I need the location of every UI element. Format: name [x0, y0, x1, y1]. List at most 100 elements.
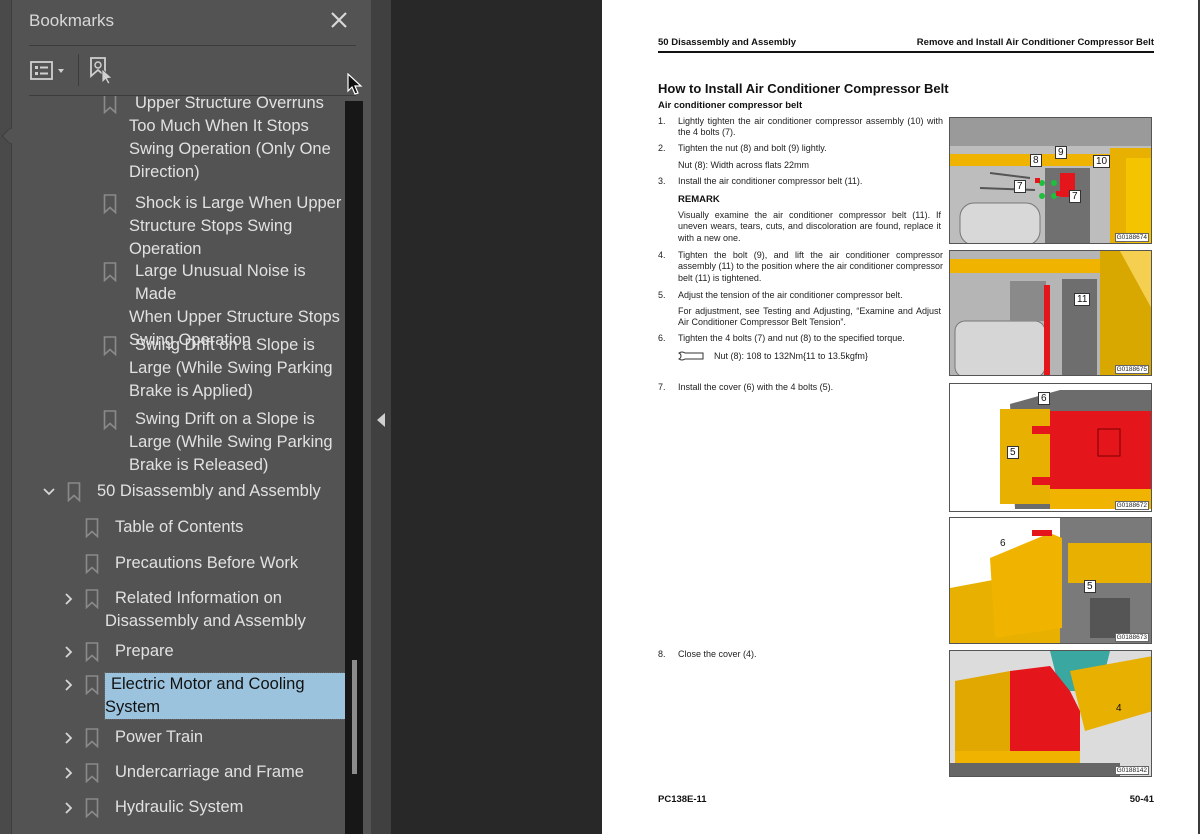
figure-illustration	[950, 384, 1151, 511]
bookmark-label[interactable]: Table of Contents	[109, 516, 345, 539]
chevron-right-icon[interactable]	[62, 801, 76, 815]
bookmark-label[interactable]: Swing Drift on a Slope is Large (While Sw…	[129, 408, 345, 477]
find-current-bookmark-button[interactable]	[88, 56, 116, 86]
bookmark-label[interactable]: Upper Structure Overruns Too Much When It…	[129, 96, 345, 184]
bookmark-label-line: Large (While Swing Parking	[129, 433, 333, 451]
footer-page-number: 50-41	[1129, 794, 1154, 805]
step-5: 5. Adjust the tension of the air conditi…	[658, 290, 943, 301]
divider	[29, 45, 356, 46]
list-options-icon	[30, 61, 64, 80]
remark-text: Visually examine the air conditioner com…	[678, 210, 941, 243]
step-2-note: Nut (8): Width across flats 22mm	[678, 160, 810, 170]
callout-6: 6	[1000, 538, 1006, 549]
chevron-right-icon[interactable]	[62, 592, 76, 606]
bookmark-label[interactable]: Power Train	[109, 726, 345, 749]
wrench-icon	[678, 351, 704, 361]
step-4: 4. Tighten the bolt (9), and lift the ai…	[658, 250, 943, 284]
bookmark-label[interactable]: Electric Motor and Cooling System	[104, 672, 345, 720]
bookmark-label[interactable]: Prepare	[109, 640, 345, 663]
step-text: Install the cover (6) with the 4 bolts (…	[678, 382, 834, 392]
step-text: Close the cover (4).	[678, 649, 757, 659]
bookmark-label[interactable]: 50 Disassembly and Assembly	[91, 480, 345, 503]
step-7: 7. Install the cover (6) with the 4 bolt…	[658, 382, 943, 393]
bookmark-label-line: Hydraulic System	[115, 798, 244, 816]
section-subtitle: Air conditioner compressor belt	[658, 100, 803, 111]
chevron-right-icon[interactable]	[62, 645, 76, 659]
step-text: Adjust the tension of the air conditione…	[678, 290, 903, 300]
callout-5: 5	[1084, 580, 1096, 593]
footer-model: PC138E-11	[658, 794, 707, 805]
step-text: Tighten the nut (8) and bolt (9) lightly…	[678, 143, 827, 153]
running-header-left: 50 Disassembly and Assembly	[658, 37, 796, 48]
bookmark-icon	[85, 798, 99, 819]
callout-10: 10	[1093, 155, 1111, 168]
callout-4: 4	[1116, 703, 1122, 714]
bookmark-icon	[103, 410, 117, 431]
bookmark-icon	[103, 262, 117, 283]
bookmark-label-line: Structure Stops Swing	[129, 217, 293, 235]
chevron-right-icon[interactable]	[62, 731, 76, 745]
bookmark-label-line: Shock is Large When Upper	[135, 194, 342, 212]
bookmark-icon	[103, 336, 117, 357]
step-8: 8. Close the cover (4).	[658, 649, 943, 660]
bookmark-label[interactable]: Hydraulic System	[109, 796, 345, 819]
figure-illustration	[950, 251, 1151, 375]
bookmark-label-line: Operation	[129, 240, 202, 258]
bookmark-icon	[103, 194, 117, 215]
step-6: 6. Tighten the 4 bolts (7) and nut (8) t…	[658, 333, 943, 344]
document-page: 50 Disassembly and Assembly Remove and I…	[602, 0, 1198, 834]
step-2: 2. Tighten the nut (8) and bolt (9) ligh…	[658, 143, 943, 154]
bookmark-label[interactable]: Undercarriage and Frame	[109, 761, 345, 784]
bookmark-label-line: Undercarriage and Frame	[115, 763, 304, 781]
step-number: 2.	[658, 143, 666, 153]
bookmark-label[interactable]: Related Information on Disassembly and As…	[105, 587, 345, 633]
step-5-note: For adjustment, see Testing and Adjustin…	[678, 306, 941, 328]
bookmark-options-button[interactable]	[29, 58, 71, 84]
bookmark-label-line: Related Information on	[115, 589, 282, 607]
find-current-bookmark-icon	[90, 57, 113, 85]
figure-cover-open: 6 5 G0188673	[949, 517, 1152, 644]
chevron-down-icon[interactable]	[42, 485, 56, 499]
callout-7: 7	[1014, 180, 1026, 193]
bookmark-label-line: Prepare	[115, 642, 174, 660]
figure-code: G0188675	[1114, 365, 1149, 374]
bookmark-label[interactable]: Swing Drift on a Slope is Large (While Sw…	[129, 334, 345, 403]
step-3: 3. Install the air conditioner compresso…	[658, 176, 943, 187]
bookmark-label-line: Swing Drift on a Slope is	[135, 410, 315, 428]
step-number: 6.	[658, 333, 666, 343]
figure-illustration	[950, 518, 1151, 643]
figure-compressor-belt: 11 G0188675	[949, 250, 1152, 376]
bookmark-label-line: Table of Contents	[115, 518, 244, 536]
remark-label: REMARK	[678, 194, 720, 205]
chevron-right-icon[interactable]	[62, 678, 76, 692]
callout-6: 6	[1038, 392, 1050, 405]
step-number: 5.	[658, 290, 666, 300]
figure-code: G0188672	[1114, 501, 1149, 510]
bookmark-label[interactable]: Shock is Large When Upper Structure Stops…	[129, 192, 345, 261]
figure-code: G0188142	[1114, 766, 1149, 775]
bookmark-label-line: Precautions Before Work	[115, 554, 299, 572]
step-number: 4.	[658, 250, 666, 260]
bookmark-label-line: Power Train	[115, 728, 204, 746]
close-panel-button[interactable]	[328, 9, 350, 31]
chevron-right-icon[interactable]	[62, 766, 76, 780]
triangle-left-icon[interactable]	[377, 413, 385, 427]
step-text: Tighten the bolt (9), and lift the air c…	[678, 250, 943, 283]
bookmark-label-line: Swing Drift on a Slope is	[135, 336, 315, 354]
figure-code: G0188674	[1114, 233, 1149, 242]
bookmark-label[interactable]: Precautions Before Work	[109, 552, 345, 575]
callout-8: 8	[1030, 154, 1042, 167]
panel-title: Bookmarks	[29, 11, 115, 30]
header-rule	[658, 51, 1154, 53]
step-text: Lightly tighten the air conditioner comp…	[678, 116, 943, 138]
bookmark-label-line: Large Unusual Noise is Made	[135, 262, 306, 303]
figure-illustration	[950, 118, 1151, 243]
bookmark-label-line: 50 Disassembly and Assembly	[97, 482, 321, 500]
running-header-right: Remove and Install Air Conditioner Compr…	[916, 37, 1154, 48]
bookmark-icon	[85, 554, 99, 575]
panel-edge	[0, 0, 12, 834]
toolbar-divider	[78, 54, 79, 86]
figure-compressor-bolts: 8 9 10 7 7 G0188674	[949, 117, 1152, 244]
bookmark-icon	[103, 96, 117, 115]
scrollbar-thumb[interactable]	[352, 660, 357, 774]
